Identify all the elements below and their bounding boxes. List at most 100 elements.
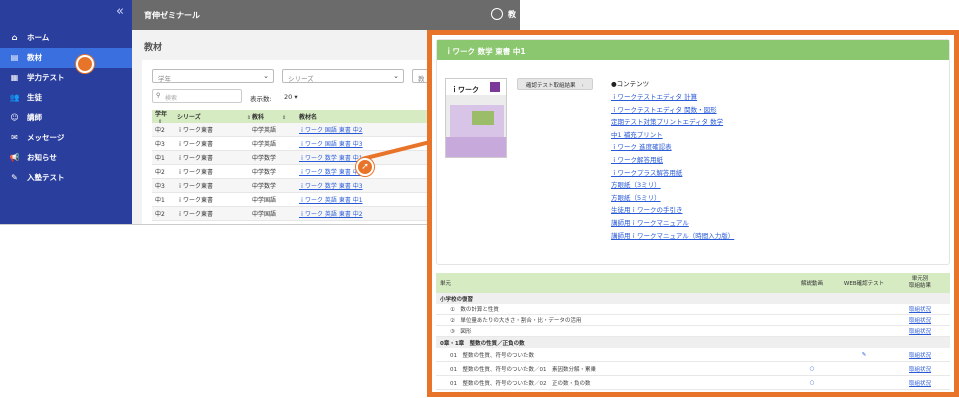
material-detail-callout: ｉワーク 数学 東書 中1 ｉワーク 確認テスト取組結果 › ●コンテンツ ｉワー… [427,30,959,397]
content-link[interactable]: 中1 補充プリント [611,129,734,142]
video-icon[interactable]: ○ [786,380,838,386]
book-icon: ▤ [10,53,19,63]
content-link[interactable]: 方眼紙（5ミリ） [611,192,734,205]
content-link[interactable]: ｉワークプラス解答用紙 [611,167,734,180]
grade-select-value: 学年 [158,75,171,83]
content-link[interactable]: ｉワーク 進度確認表 [611,141,734,154]
teacher-icon: ☺ [10,113,19,123]
material-link[interactable]: ｉワーク 英語 東書 中1 [299,197,363,204]
sidebar-item-achievement-test[interactable]: ▦ 学力テスト [0,68,132,88]
sort-icon: ⇕ [158,118,163,125]
sidebar-item-entry-test[interactable]: ✎ 入塾テスト [0,168,132,188]
unit-name: 01 整数の性質、符号のついた数／01 素因数分解・累乗 [450,366,596,373]
cover-illustration [450,105,504,139]
contents-link-list: ｉワークテストエディタ 計算 ｉワークテストエディタ 関数・図形 定期テスト対策… [611,91,734,242]
search-placeholder: 検索 [165,95,178,102]
cover-window [472,111,494,125]
unit-table: 単元 解説動画 WEB確認テスト 単元別 取組結果 小学校の復習 ① 数の計算と… [436,273,950,390]
content-link[interactable]: ｉワークテストエディタ 関数・図形 [611,104,734,117]
sidebar-item-home[interactable]: ⌂ ホーム [0,28,132,48]
message-icon: ✉ [11,133,18,143]
unit-name: ② 単位量あたりの大きさ・割合・比・データの活用 [450,318,582,324]
cell-grade: 中1 [155,197,165,204]
cell-subject: 中学数学 [252,155,277,162]
col-subject[interactable]: 教科 ⇕ [252,112,299,121]
col-header-label: 教科 [252,114,265,121]
cell-subject: 中学国語 [252,197,277,204]
unit-name: ① 数の計算と性質 [450,307,499,313]
cell-grade: 中2 [155,169,165,176]
series-select[interactable]: シリーズ ⌄ [282,69,404,83]
home-icon: ⌂ [11,33,18,43]
content-link[interactable]: 定期テスト対策プリントエディタ 数学 [611,116,734,129]
content-link[interactable]: 講師用ｉワークマニュアル [611,217,734,230]
display-count-select[interactable]: 20 ▾ [284,93,298,101]
cursor-icon: ➚ [356,158,374,176]
content-link[interactable]: 生徒用ｉワークの手引き [611,204,734,217]
page-title: 教材 [144,43,163,53]
textbook-cover-image: ｉワーク [445,78,507,158]
cell-series: ｉワーク東書 [177,183,214,190]
sidebar: « ⌂ ホーム ▤ 教材 ▦ 学力テスト 👥 生徒 ☺ 講師 ✉ メッセージ 📢 お知らせ ✎… [0,0,132,224]
sidebar-item-students[interactable]: 👥 生徒 [0,88,132,108]
sidebar-item-notices[interactable]: 📢 お知らせ [0,148,132,168]
sidebar-item-messages[interactable]: ✉ メッセージ [0,128,132,148]
content-link[interactable]: ｉワーク解答用紙 [611,154,734,167]
web-test-icon[interactable]: ✎ [838,352,890,358]
unit-row: ② 単位量あたりの大きさ・割合・比・データの活用 取組状況 [436,315,950,326]
unit-row: 01 整数の性質、符号のついた数／01 素因数分解・累乗 ○ 取組状況 [436,362,950,376]
collapse-sidebar-icon[interactable]: « [116,4,124,19]
search-input[interactable]: ⚲ 検索 [152,89,242,103]
test-results-button[interactable]: 確認テスト取組結果 › [517,78,593,90]
grade-select[interactable]: 学年 ⌄ [152,69,274,83]
material-link[interactable]: ｉワーク 数学 東書 中3 [299,183,363,190]
progress-link[interactable]: 取組状況 [890,379,950,387]
user-icon[interactable] [491,8,503,20]
sidebar-item-label: 入塾テスト [27,173,65,183]
progress-link[interactable]: 取組状況 [890,351,950,359]
material-link[interactable]: ｉワーク 英語 東書 中2 [299,211,363,218]
progress-link[interactable]: 取組状況 [890,316,950,324]
entry-test-icon: ✎ [11,173,18,183]
cover-header: ｉワーク [446,79,506,95]
unit-name: ③ 図形 [450,329,472,335]
cell-series: ｉワーク東書 [177,141,214,148]
progress-link[interactable]: 取組状況 [890,305,950,313]
user-name[interactable]: 教 [508,9,516,20]
material-link[interactable]: ｉワーク 国語 東書 中2 [299,127,363,134]
unit-section-title: 0章・1章 整数の性質／正負の数 [436,337,950,348]
chevron-down-icon: ⌄ [393,72,399,80]
material-link[interactable]: ｉワーク 数学 東書 中2 [299,169,363,176]
progress-link[interactable]: 取組状況 [890,327,950,335]
content-link[interactable]: 方眼紙（3ミリ） [611,179,734,192]
sidebar-item-teachers[interactable]: ☺ 講師 [0,108,132,128]
contents-heading: ●コンテンツ [611,80,650,88]
subject-select-value: 教 [418,75,425,83]
col-material[interactable]: 教材名 [299,112,399,121]
content-link[interactable]: ｉワークテストエディタ 計算 [611,91,734,104]
unit-row: ① 数の計算と性質 取組状況 [436,304,950,315]
series-select-value: シリーズ [288,75,314,83]
material-link[interactable]: ｉワーク 国語 東書 中3 [299,141,363,148]
cell-grade: 中3 [155,141,165,148]
display-count-value: 20 [284,93,293,101]
cell-series: ｉワーク東書 [177,155,214,162]
cover-badge [490,82,500,92]
unit-row: 01 整数の性質、符号のついた数 ✎ 取組状況 [436,348,950,362]
cover-footer [446,137,506,157]
users-icon: 👥 [9,93,20,103]
col-series[interactable]: シリーズ ⇕ [167,112,252,121]
content-link[interactable]: 講師用ｉワークマニュアル（時間入力版） [611,230,734,243]
col-unit: 単元 [440,281,452,287]
sidebar-item-label: 生徒 [27,93,42,103]
col-header-label: シリーズ [177,114,201,121]
sidebar-item-materials[interactable]: ▤ 教材 [0,48,132,68]
progress-link[interactable]: 取組状況 [890,365,950,373]
col-grade[interactable]: 学年⇕ [152,109,167,125]
highlight-marker [76,55,94,73]
chevron-down-icon: ⌄ [263,72,269,80]
material-link[interactable]: ｉワーク 数学 東書 中1 [299,155,363,162]
video-icon[interactable]: ○ [786,366,838,372]
cell-grade: 中2 [155,127,165,134]
sidebar-item-label: 講師 [27,113,42,123]
